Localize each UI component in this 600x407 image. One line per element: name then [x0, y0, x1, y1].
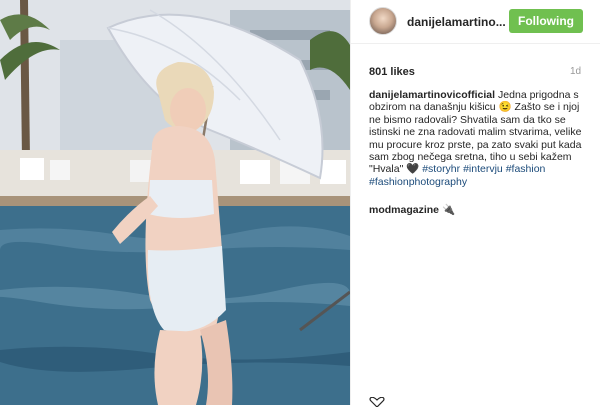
caption-author-link[interactable]: danijelamartinovicofficial [369, 89, 495, 101]
post-photo[interactable] [0, 0, 350, 405]
comment-item: modmagazine 🔌 [369, 203, 455, 216]
like-heart-icon[interactable] [369, 397, 385, 407]
username-link[interactable]: danijelamartino... [407, 15, 506, 29]
photo-illustration [0, 0, 350, 405]
comment-text: 🔌 [441, 204, 456, 216]
following-button[interactable]: Following [509, 9, 583, 33]
hashtag-fashion[interactable]: #fashion [506, 163, 546, 175]
avatar[interactable] [369, 7, 397, 35]
hashtag-fashionphotography[interactable]: #fashionphotography [369, 176, 467, 188]
hashtag-intervju[interactable]: #intervju [463, 163, 503, 175]
hashtag-storyhr[interactable]: #storyhr [422, 163, 460, 175]
likes-count[interactable]: 801 likes [369, 66, 415, 78]
post-side-panel: danijelamartino... Following 801 likes 1… [350, 0, 600, 407]
post-header: danijelamartino... Following [351, 0, 600, 44]
post-time[interactable]: 1d [570, 66, 581, 77]
comment-author-link[interactable]: modmagazine [369, 204, 439, 216]
post-caption: danijelamartinovicofficial Jedna prigodna… [369, 89, 587, 188]
